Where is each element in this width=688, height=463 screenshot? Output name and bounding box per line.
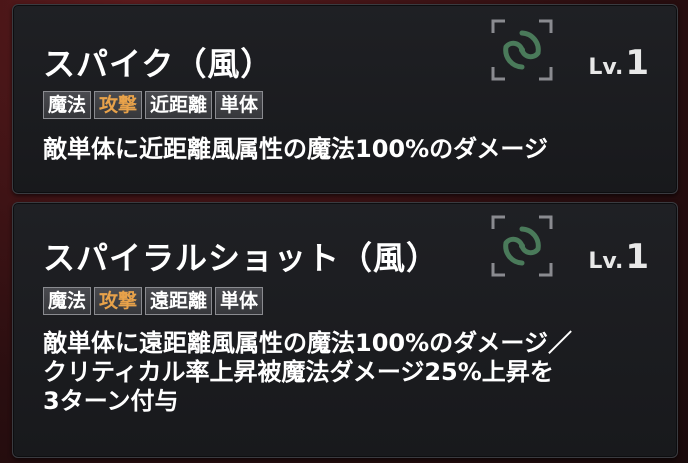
skill-tags: 魔法 攻撃 遠距離 単体 xyxy=(43,287,264,315)
tag-attack: 攻撃 xyxy=(94,91,143,119)
skill-level: Lv.1 xyxy=(588,43,649,83)
skill-description: 敵単体に近距離風属性の魔法100%のダメージ xyxy=(43,135,548,163)
level-prefix: Lv. xyxy=(588,55,624,80)
tag-magic: 魔法 xyxy=(43,287,92,315)
skill-card[interactable]: スパイラルショット（風） Lv.1 魔法 攻撃 遠距離 単体 敵単体に遠距離風属… xyxy=(12,202,678,458)
tag-target: 単体 xyxy=(215,287,264,315)
tag-range: 近距離 xyxy=(145,91,213,119)
wind-element-icon xyxy=(491,215,553,277)
level-prefix: Lv. xyxy=(588,249,624,274)
tag-target: 単体 xyxy=(215,91,264,119)
skill-name: スパイク（風） xyxy=(43,45,274,83)
skill-tags: 魔法 攻撃 近距離 単体 xyxy=(43,91,264,119)
skill-list: スパイク（風） Lv.1 魔法 攻撃 近距離 単体 敵単体に近距離風属性の魔法1… xyxy=(0,0,688,463)
skill-level: Lv.1 xyxy=(588,237,649,277)
wind-element-icon xyxy=(491,19,553,81)
tag-magic: 魔法 xyxy=(43,91,92,119)
skill-card[interactable]: スパイク（風） Lv.1 魔法 攻撃 近距離 単体 敵単体に近距離風属性の魔法1… xyxy=(12,4,678,194)
skill-name: スパイラルショット（風） xyxy=(43,239,440,277)
skill-description: 敵単体に遠距離風属性の魔法100%のダメージ／ クリティカル率上昇被魔法ダメージ… xyxy=(43,329,572,415)
level-value: 1 xyxy=(625,43,649,83)
tag-attack: 攻撃 xyxy=(94,287,143,315)
level-value: 1 xyxy=(625,237,649,277)
tag-range: 遠距離 xyxy=(145,287,213,315)
